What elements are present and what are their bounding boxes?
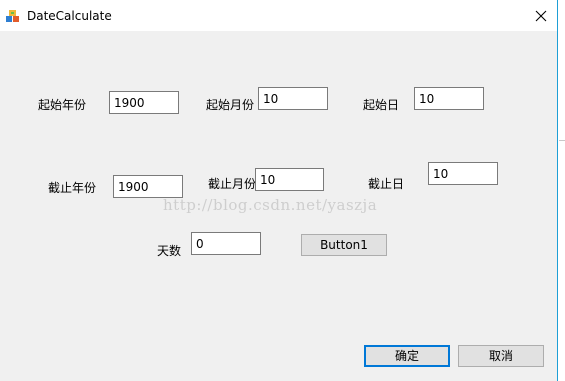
start-year-field[interactable] bbox=[109, 91, 179, 114]
title-bar: DateCalculate bbox=[0, 0, 557, 31]
window-title: DateCalculate bbox=[27, 9, 112, 23]
app-icon bbox=[5, 8, 21, 24]
end-month-label: 截止月份 bbox=[208, 177, 257, 191]
start-month-label: 起始月份 bbox=[206, 98, 255, 112]
background-strip bbox=[558, 0, 565, 381]
days-field[interactable] bbox=[191, 232, 261, 255]
days-label: 天数 bbox=[157, 244, 182, 258]
close-icon bbox=[535, 7, 547, 26]
date-calculate-window: DateCalculate http://blog.csdn.net/yaszj… bbox=[0, 0, 558, 381]
close-button[interactable] bbox=[526, 3, 556, 29]
end-day-field[interactable] bbox=[428, 162, 498, 185]
watermark: http://blog.csdn.net/yaszja bbox=[163, 196, 378, 214]
start-day-field[interactable] bbox=[414, 87, 484, 110]
button1[interactable]: Button1 bbox=[301, 234, 387, 256]
end-year-label: 截止年份 bbox=[48, 181, 97, 195]
start-month-field[interactable] bbox=[258, 87, 328, 110]
ok-button[interactable]: 确定 bbox=[364, 345, 450, 367]
start-year-label: 起始年份 bbox=[38, 98, 87, 112]
end-year-field[interactable] bbox=[113, 175, 183, 198]
cancel-button[interactable]: 取消 bbox=[458, 345, 544, 367]
start-day-label: 起始日 bbox=[363, 98, 400, 112]
end-day-label: 截止日 bbox=[368, 177, 405, 191]
end-month-field[interactable] bbox=[255, 168, 324, 191]
